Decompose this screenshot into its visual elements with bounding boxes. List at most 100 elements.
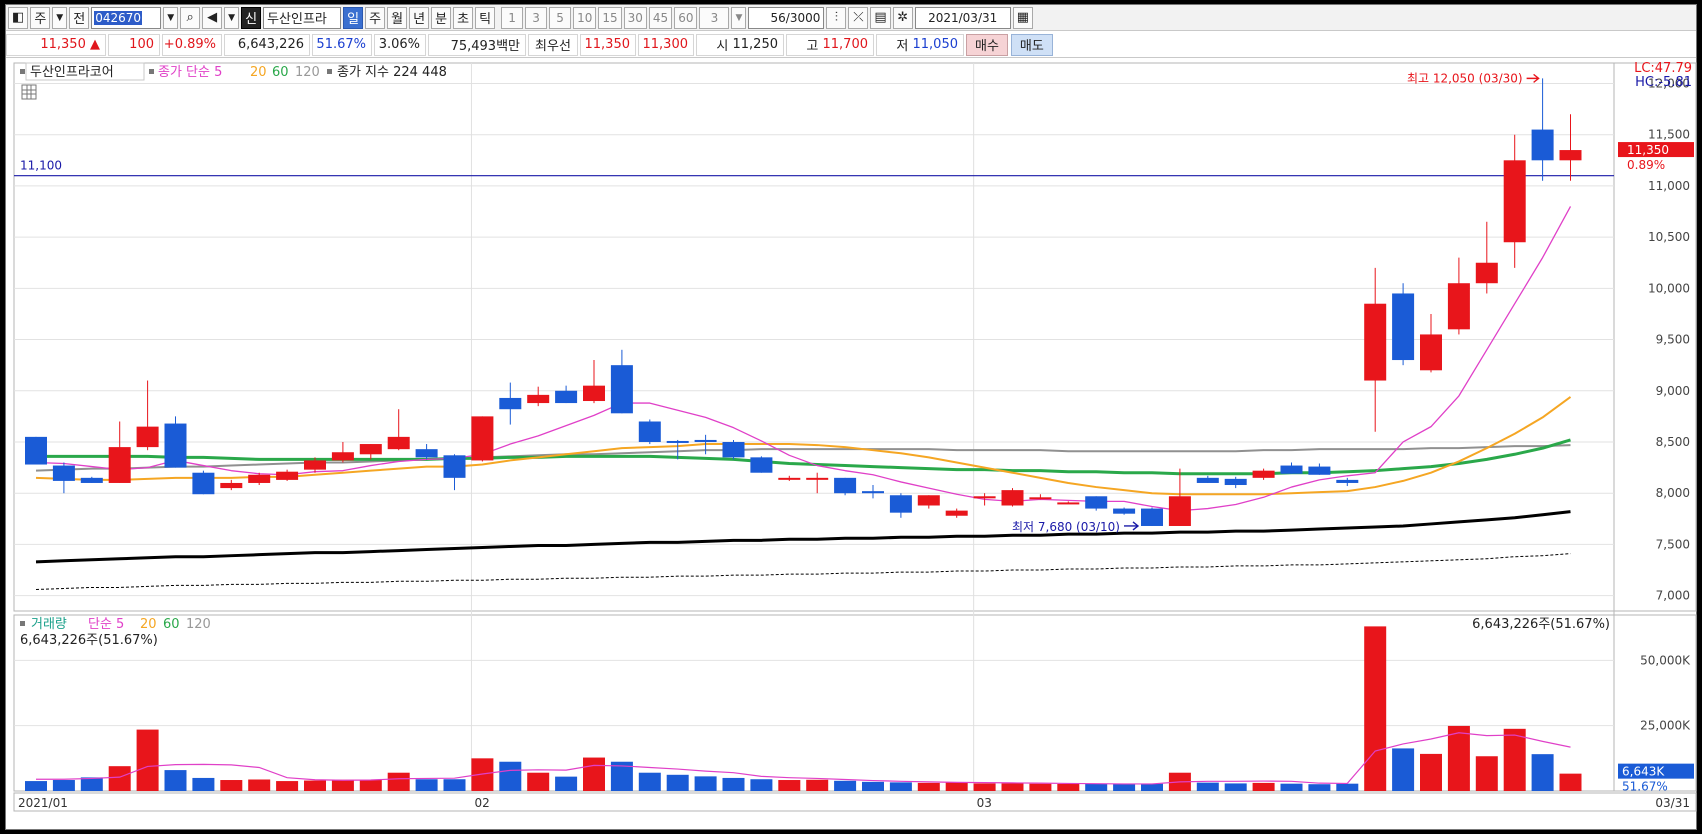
- low-label: 저: [896, 39, 909, 54]
- window-menu-icon[interactable]: ◧: [8, 6, 29, 29]
- up-arrow-icon: ▲: [90, 37, 100, 52]
- high-value: 11,700: [822, 37, 869, 52]
- volume-bar: [1085, 783, 1108, 791]
- code-dropdown-icon[interactable]: ▼: [163, 6, 179, 29]
- interval-button-5[interactable]: 5: [549, 6, 572, 29]
- interval-button-60[interactable]: 60: [674, 6, 698, 29]
- volume-bar: [527, 772, 550, 791]
- volume-bar: [806, 779, 829, 791]
- volume-bar: [248, 779, 271, 791]
- candle-body: [1001, 490, 1024, 506]
- volume-bar: [1196, 782, 1219, 791]
- volume-bar: [415, 779, 438, 791]
- stock-name-field: 두산인프라: [263, 6, 342, 29]
- volume-bar: [499, 761, 522, 791]
- volume-bar: [1280, 783, 1303, 791]
- volume-bar: [1336, 783, 1359, 791]
- interval-button-1[interactable]: 1: [501, 6, 524, 29]
- all-label: 전: [73, 12, 86, 27]
- count-field[interactable]: 56/3000: [748, 6, 825, 29]
- count-total: /3000: [785, 10, 821, 25]
- candle-body: [1196, 477, 1219, 483]
- sell-button[interactable]: 매도: [1010, 33, 1053, 56]
- volume-bar: [1001, 783, 1024, 791]
- volume-bar: [694, 776, 717, 791]
- interval-button-3[interactable]: 3: [525, 6, 548, 29]
- candle-type-icon[interactable]: ⫶: [826, 6, 847, 29]
- unit-select[interactable]: 3: [699, 6, 730, 29]
- candle-body: [136, 426, 159, 448]
- price-tick-label: 8,500: [1656, 435, 1690, 449]
- legend-marker-icon: [327, 69, 332, 74]
- x-axis-strip: [13, 792, 1697, 812]
- interval-button-45[interactable]: 45: [648, 6, 673, 29]
- volume-bar: [1252, 782, 1275, 791]
- volume-legend-ma20: 20: [140, 617, 157, 632]
- search-icon[interactable]: ⌕: [180, 6, 201, 29]
- interval-button-30[interactable]: 30: [623, 6, 647, 29]
- speaker-dropdown-icon[interactable]: ▼: [224, 6, 240, 29]
- legend-ma20-label: 20: [250, 65, 267, 80]
- volume-summary: 6,643,226주(51.67%): [20, 633, 158, 648]
- volume-right-summary: 6,643,226주(51.67%): [1472, 617, 1610, 632]
- candle-body: [555, 390, 578, 404]
- best-ask: 11,350: [580, 33, 636, 56]
- market-dropdown-icon[interactable]: ▼: [52, 6, 68, 29]
- interval-button-15[interactable]: 15: [598, 6, 622, 29]
- date-field[interactable]: 2021/03/31: [914, 6, 1011, 29]
- candle-body: [1392, 293, 1415, 361]
- unit-dropdown-icon[interactable]: ▼: [731, 6, 747, 29]
- candle-body: [778, 477, 801, 480]
- candle-body: [834, 477, 857, 494]
- toolbar-main: ◧ 주 ▼ 전 042670 ▼ ⌕ ◀ ▼ 신 두산인프라 일주월년분초틱 1…: [6, 5, 1696, 31]
- trade-amount: 75,493백만: [428, 33, 526, 56]
- low-marker-label: 최저 7,680 (03/10): [1012, 520, 1120, 534]
- candle-body: [248, 474, 271, 483]
- speaker-icon[interactable]: ◀: [202, 6, 223, 29]
- best-bid: 11,300: [638, 33, 694, 56]
- gear-icon[interactable]: ✲: [892, 6, 913, 29]
- period-tab-3[interactable]: 년: [409, 6, 430, 29]
- period-tab-4[interactable]: 분: [431, 6, 452, 29]
- stock-code-input[interactable]: 042670: [91, 6, 162, 29]
- candle-body: [527, 394, 550, 404]
- buy-button[interactable]: 매수: [966, 33, 1008, 56]
- new-badge-label: 신: [245, 12, 258, 27]
- all-toggle[interactable]: 전: [69, 6, 90, 29]
- interval-button-10[interactable]: 10: [573, 6, 597, 29]
- period-tab-2[interactable]: 월: [387, 6, 408, 29]
- low-price: 저 11,050: [876, 33, 964, 56]
- period-tab-6[interactable]: 틱: [475, 6, 496, 29]
- volume-bar: [443, 779, 466, 791]
- market-select[interactable]: 주: [30, 6, 51, 29]
- volume-bar: [52, 780, 75, 791]
- candle-body: [1364, 303, 1387, 381]
- period-tab-0[interactable]: 일: [343, 6, 364, 29]
- volume-bar: [192, 777, 215, 791]
- candle-body: [1420, 334, 1442, 371]
- candle-body: [666, 440, 689, 443]
- save-icon[interactable]: ▤: [870, 6, 891, 29]
- legend-index-label: 종가 지수 224 448: [337, 65, 447, 80]
- volume-bar: [136, 729, 159, 791]
- price-volume-chart[interactable]: 7,000 7,500 8,000 8,500 9,000 9,500 10,000 10,5…: [6, 59, 1698, 831]
- date-value: 2021/03/31: [928, 10, 998, 25]
- volume-bar: [722, 777, 745, 791]
- new-badge: 신: [241, 6, 262, 29]
- crosshair-icon[interactable]: ⤫: [848, 6, 869, 29]
- volume-bar: [917, 782, 940, 791]
- stock-code-value: 042670: [94, 10, 143, 25]
- x-axis-right-label: 03/31: [1655, 796, 1690, 810]
- candle-body: [415, 449, 438, 458]
- candle-body: [220, 482, 243, 489]
- candle-body: [80, 477, 103, 483]
- candle-body: [25, 436, 47, 465]
- period-tab-1[interactable]: 주: [365, 6, 386, 29]
- volume-bar: [1531, 754, 1554, 791]
- period-tab-5[interactable]: 초: [453, 6, 474, 29]
- candle-body: [1029, 497, 1052, 500]
- volume-bar: [164, 770, 187, 791]
- volume-bar: [834, 780, 857, 791]
- candle-body: [1280, 465, 1303, 474]
- calendar-icon[interactable]: ▦: [1012, 6, 1033, 29]
